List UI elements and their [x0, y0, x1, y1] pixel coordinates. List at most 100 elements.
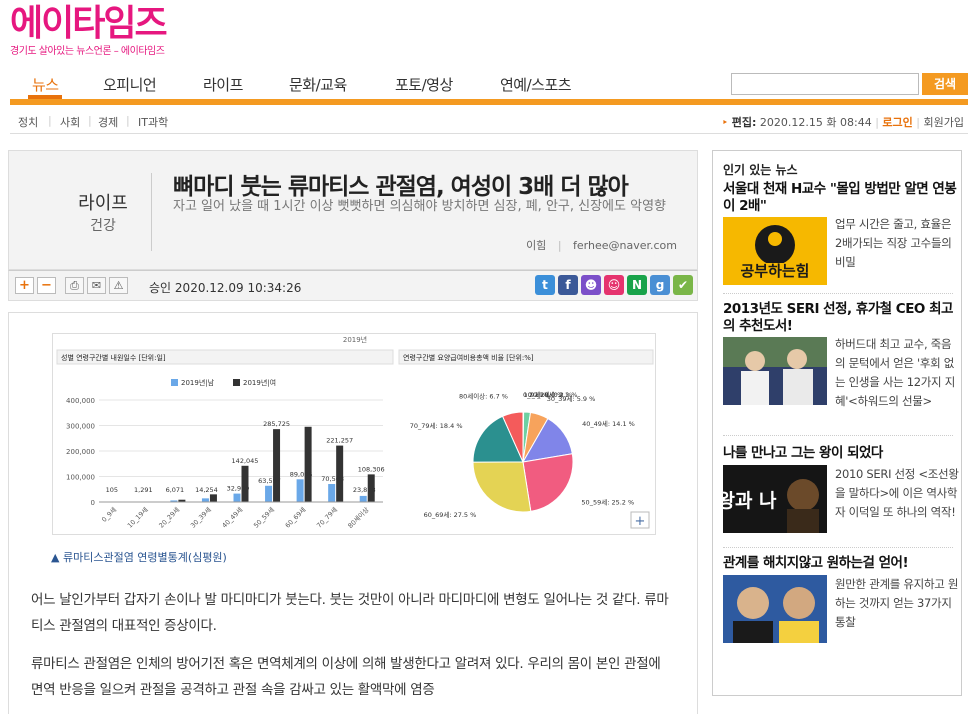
pie-slice	[522, 453, 574, 512]
bar-female	[273, 429, 281, 502]
divider	[723, 547, 953, 548]
article-body: 2019년 성별 연령구간별 내원일수 [단위:일] 연령구간별 요양급여비용총액 …	[8, 312, 698, 714]
pie-label: 80세이상: 6.7 %	[459, 391, 508, 400]
popular-news-desc: 2010 SERI 선정 <조선왕을 말하다>에 이은 역사학자 이덕일 또 하…	[835, 467, 959, 519]
nav-item-entertainment[interactable]: 연예/스포츠	[500, 74, 572, 96]
bar-data-label: 142,045	[232, 457, 259, 465]
subnav-item-economy[interactable]: 경제	[98, 114, 118, 130]
bar-data-label: 108,306	[358, 465, 385, 473]
subnav-item-society[interactable]: 사회	[60, 114, 80, 130]
bar-data-label: 6,071	[166, 486, 185, 494]
signup-link[interactable]: 회원가입	[924, 116, 964, 129]
nav-bar	[10, 99, 968, 105]
edit-time: 2020.12.15 화 08:44	[759, 116, 872, 129]
nav-item-photo[interactable]: 포토/영상	[395, 74, 453, 96]
nav-item-opinion[interactable]: 오피니언	[103, 74, 157, 96]
pie-chart-title: 연령구간별 요양급여비용총액 비율 [단위:%]	[403, 353, 534, 362]
bar-female	[304, 426, 312, 502]
scrap-icon[interactable]: ⚠	[109, 277, 128, 294]
site-logo[interactable]: 에이타임즈 경기도 살아있는 뉴스언론 – 에이타임즈	[10, 2, 168, 57]
bar-data-label: 89,005	[290, 470, 313, 478]
bar-male	[328, 484, 336, 502]
google-icon[interactable]: g	[650, 275, 670, 295]
popular-news-thumb[interactable]	[723, 575, 827, 643]
x-tick-label: 50_59세	[251, 505, 276, 530]
popular-news-thumb[interactable]: 공부하는힘	[723, 217, 827, 285]
popular-news-thumb[interactable]: 왕과 나	[723, 465, 827, 533]
band-icon[interactable]: ☻	[581, 275, 601, 295]
chart-svg: 2019년성별 연령구간별 내원일수 [단위:일] 연령구간별 요양급여비용총액 …	[56, 335, 654, 530]
bar-data-label: 105	[106, 486, 118, 494]
bar-male	[201, 498, 209, 502]
popular-news-title[interactable]: 2013년도 SERI 선정, 휴가철 CEO 최고의 추천도서!	[723, 301, 959, 335]
pie-label: 50_59세: 25.2 %	[581, 498, 634, 507]
y-tick-label: 400,000	[66, 397, 95, 405]
twitter-icon[interactable]: t	[535, 275, 555, 295]
legend-label-male: 2019년|남	[181, 378, 215, 387]
print-icon[interactable]: ⎙	[65, 277, 84, 294]
x-tick-label: 60_69세	[283, 505, 308, 530]
popular-news-desc: 업무 시간은 줄고, 효율은 2배가되는 직장 고수들의 비밀	[835, 217, 952, 269]
photo-placeholder-icon	[723, 337, 827, 405]
article-title: 뼈마디 붓는 류마티스 관절염, 여성이 3배 더 많아	[173, 174, 629, 200]
popular-news-title[interactable]: 나를 만나고 그는 왕이 되었다	[723, 445, 959, 462]
bar-data-label: 14,254	[195, 486, 218, 494]
divider: |	[916, 116, 921, 129]
nav-item-life[interactable]: 라이프	[203, 74, 243, 96]
popular-news-title[interactable]: 관계를 해치지않고 원하는걸 얻어!	[723, 555, 959, 572]
y-tick-label: 100,000	[66, 474, 95, 482]
naver-icon[interactable]: N	[627, 275, 647, 295]
y-tick-label: 300,000	[66, 423, 95, 431]
kakao-icon[interactable]: ☺	[604, 275, 624, 295]
byline: 이힘 | ferhee@naver.com	[526, 237, 677, 253]
figure-chart: 2019년 성별 연령구간별 내원일수 [단위:일] 연령구간별 요양급여비용총액 …	[52, 333, 656, 535]
popular-news-thumb[interactable]	[723, 337, 827, 405]
logo-title[interactable]: 에이타임즈	[10, 2, 168, 46]
bar-data-label: 23,878	[353, 486, 376, 494]
bar-data-label: 32,969	[227, 485, 250, 493]
main-nav: 뉴스 오피니언 라이프 문화/교육 포토/영상 연예/스포츠	[10, 74, 968, 105]
nav-item-culture[interactable]: 문화/교육	[289, 74, 347, 96]
bar-data-label: 221,257	[326, 437, 353, 445]
pinterest-icon[interactable]: ✔	[673, 275, 693, 295]
section-name[interactable]: 라이프	[53, 189, 153, 215]
x-tick-label: 30_39세	[188, 505, 213, 530]
popular-news-desc: 하버드대 최고 교수, 죽음의 문턱에서 얻은 '후회 없는 인생을 사는 12…	[835, 337, 955, 408]
subsection-name[interactable]: 건강	[53, 215, 153, 235]
subnav-item-it[interactable]: IT과학	[138, 114, 168, 130]
x-tick-label: 40_49세	[220, 505, 245, 530]
x-tick-label: 80세이상	[346, 505, 371, 530]
bar-female	[336, 445, 344, 502]
font-increase-button[interactable]: +	[15, 277, 34, 294]
facebook-icon[interactable]: f	[558, 275, 578, 295]
subnav-divider: |	[48, 114, 52, 127]
book-cover-icon: 공부하는힘	[731, 225, 819, 280]
approved-time: 2020.12.09 10:34:26	[174, 281, 302, 295]
bullet-icon: ‣	[721, 116, 729, 129]
legend-swatch-male	[171, 379, 178, 386]
y-tick-label: 0	[91, 499, 95, 507]
pie-slice	[472, 461, 532, 513]
divider	[723, 435, 953, 436]
reporter-email[interactable]: ferhee@naver.com	[573, 239, 677, 252]
subnav-divider: |	[126, 114, 130, 127]
x-tick-label: 20_29세	[157, 505, 182, 530]
pie-label: 30_39세: 5.9 %	[547, 394, 596, 403]
pie-label: 70_79세: 18.4 %	[410, 421, 463, 430]
reporter-name: 이힘	[526, 239, 547, 252]
header-info: ‣ 편집: 2020.12.15 화 08:44 | 로그인 | 회원가입	[722, 114, 964, 130]
subnav-item-politics[interactable]: 정치	[18, 114, 38, 130]
font-decrease-button[interactable]: −	[37, 277, 56, 294]
divider	[723, 293, 953, 294]
popular-news-title[interactable]: 서울대 천재 H교수 "몰입 방법만 알면 연봉이 2배"	[723, 181, 959, 215]
login-link[interactable]: 로그인	[882, 116, 912, 129]
subnav-divider: |	[88, 114, 92, 127]
bar-data-label: 1,291	[134, 486, 153, 494]
caption-text: 류마티스관절염 연령별통계(심평원)	[62, 551, 227, 564]
divider: |	[557, 239, 562, 252]
approved-info: 승인 2020.12.09 10:34:26	[149, 279, 301, 296]
nav-item-news[interactable]: 뉴스	[32, 74, 59, 96]
email-icon[interactable]: ✉	[87, 277, 106, 294]
zoom-plus-icon: +	[635, 514, 646, 529]
bar-data-label: 285,725	[263, 420, 290, 428]
